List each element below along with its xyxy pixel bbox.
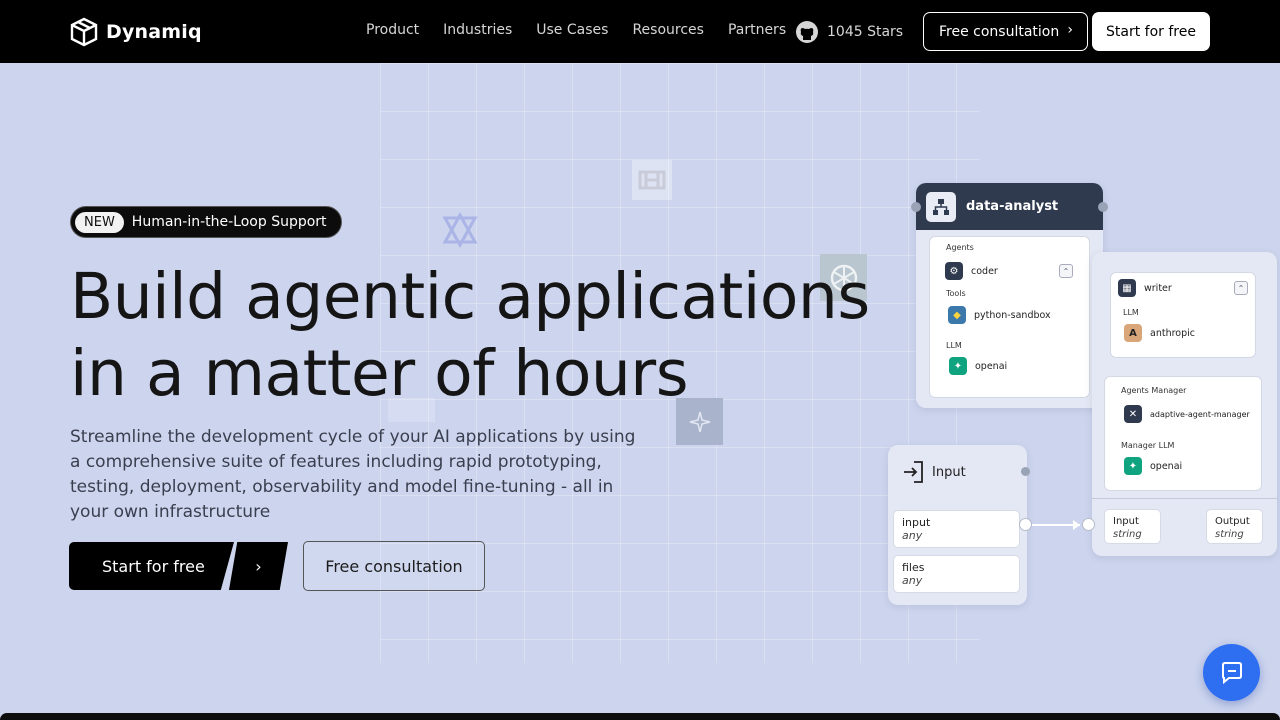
tool-python-label: python-sandbox (974, 309, 1051, 321)
next-section-edge (0, 713, 1280, 720)
llm-openai-label: openai (975, 360, 1008, 372)
arrow-head (1073, 520, 1080, 530)
chat-icon (1221, 661, 1242, 684)
agent-coder-label: coder (971, 265, 998, 277)
writer-output-label: Output (1215, 516, 1250, 527)
nav-consultation-button[interactable]: Free consultation › (923, 12, 1088, 51)
hero-consultation-button[interactable]: Free consultation (303, 541, 485, 591)
nav-start-free-button[interactable]: Start for free (1092, 12, 1210, 51)
openai-icon: ✦ (1124, 457, 1142, 475)
hierarchy-icon (926, 191, 956, 222)
agents-manager-label: Agents Manager (1121, 386, 1187, 395)
agent-coder[interactable]: ⚙ coder (945, 262, 998, 280)
brand-logo[interactable]: Dynamiq (70, 17, 202, 47)
llm-anthropic[interactable]: A anthropic (1124, 324, 1195, 342)
writer-output-type: string (1215, 529, 1244, 540)
connector-dot[interactable] (1098, 202, 1108, 212)
nav-links: Product Industries Use Cases Resources P… (366, 22, 786, 38)
new-badge: NEW (75, 211, 124, 233)
manager-llm-openai[interactable]: ✦ openai (1124, 457, 1182, 475)
llm-label: LLM (946, 341, 962, 350)
hero-title: Build agentic applications in a matter o… (70, 258, 910, 412)
nav-link-use-cases[interactable]: Use Cases (536, 22, 608, 38)
input-field-type: any (902, 529, 923, 542)
hero-title-line2: in a matter of hours (70, 337, 689, 410)
manager-llm-label: Manager LLM (1121, 441, 1175, 450)
dynamiq-logo-icon (70, 17, 98, 47)
connector-dot[interactable] (911, 202, 921, 212)
openai-icon: ✦ (949, 357, 967, 375)
github-stars-link[interactable]: 1045 Stars (795, 20, 903, 44)
hero-subtitle: Streamline the development cycle of your… (70, 427, 636, 522)
branch-icon: ✕ (1124, 405, 1142, 423)
writer-input-label: Input (1113, 516, 1139, 527)
nav-start-free-label: Start for free (1106, 23, 1196, 40)
hero-title-line1: Build agentic applications (70, 260, 870, 333)
input-node-title: Input (902, 460, 966, 484)
connector-dot[interactable] (1021, 467, 1030, 476)
collapse-icon[interactable]: ⌃ (1234, 281, 1248, 295)
adaptive-agent-manager[interactable]: ✕ adaptive-agent-manager (1124, 405, 1250, 423)
writer-input-type: string (1113, 529, 1142, 540)
hierarchy-icon: ▦ (1118, 279, 1136, 297)
nav-link-resources[interactable]: Resources (632, 22, 704, 38)
connector-dot[interactable] (1082, 518, 1095, 531)
brand-name: Dynamiq (106, 21, 202, 43)
nav-consultation-label: Free consultation (939, 23, 1060, 40)
nav-link-industries[interactable]: Industries (443, 22, 512, 38)
input-field-port[interactable]: input any (893, 510, 1020, 548)
writer-llm-label: LLM (1123, 308, 1139, 317)
collapse-icon[interactable]: ⌃ (1059, 264, 1073, 278)
tools-label: Tools (946, 289, 966, 298)
llm-anthropic-label: anthropic (1150, 327, 1195, 339)
hero-arrow-button[interactable]: › (229, 542, 288, 590)
chevron-right-icon: › (1067, 22, 1073, 38)
input-node-title-label: Input (932, 464, 966, 480)
connector-dot[interactable] (1019, 518, 1032, 531)
python-icon: ◆ (948, 306, 966, 324)
top-navbar: Dynamiq Product Industries Use Cases Res… (0, 0, 1280, 63)
announcement-text: Human-in-the-Loop Support (131, 214, 327, 230)
chevron-right-icon: › (255, 556, 262, 576)
adaptive-agent-manager-label: adaptive-agent-manager (1150, 409, 1250, 419)
writer-title-label: writer (1144, 282, 1172, 294)
login-icon (904, 461, 923, 483)
data-analyst-header: data-analyst (916, 183, 1103, 230)
github-icon (796, 21, 818, 43)
hero-start-free-label: Start for free (102, 556, 205, 576)
hero-consultation-label: Free consultation (325, 556, 463, 576)
writer-input-port[interactable]: Input string (1104, 509, 1161, 544)
files-field-name: files (902, 561, 925, 574)
writer-title[interactable]: ▦ writer (1118, 279, 1172, 297)
data-analyst-title: data-analyst (966, 199, 1059, 214)
hero-start-free-button[interactable]: Start for free (69, 542, 234, 590)
anthropic-icon: A (1124, 324, 1142, 342)
nav-link-partners[interactable]: Partners (728, 22, 786, 38)
llm-openai[interactable]: ✦ openai (949, 357, 1007, 375)
divider (1092, 498, 1277, 499)
files-field-type: any (902, 574, 923, 587)
files-field-port[interactable]: files any (893, 555, 1020, 593)
tool-python-sandbox[interactable]: ◆ python-sandbox (948, 306, 1051, 324)
input-field-name: input (902, 516, 931, 529)
manager-llm-openai-label: openai (1150, 460, 1183, 472)
announcement-pill[interactable]: NEW Human-in-the-Loop Support (70, 206, 342, 238)
cpu-icon: ⚙ (945, 262, 963, 280)
github-stars-count: 1045 Stars (827, 24, 904, 40)
chat-widget-button[interactable] (1203, 644, 1260, 701)
agents-label: Agents (946, 243, 974, 252)
writer-output-port[interactable]: Output string (1206, 509, 1263, 544)
star-deco-icon (440, 210, 480, 250)
nav-link-product[interactable]: Product (366, 22, 419, 38)
hierarchy-deco-tile (632, 160, 672, 200)
